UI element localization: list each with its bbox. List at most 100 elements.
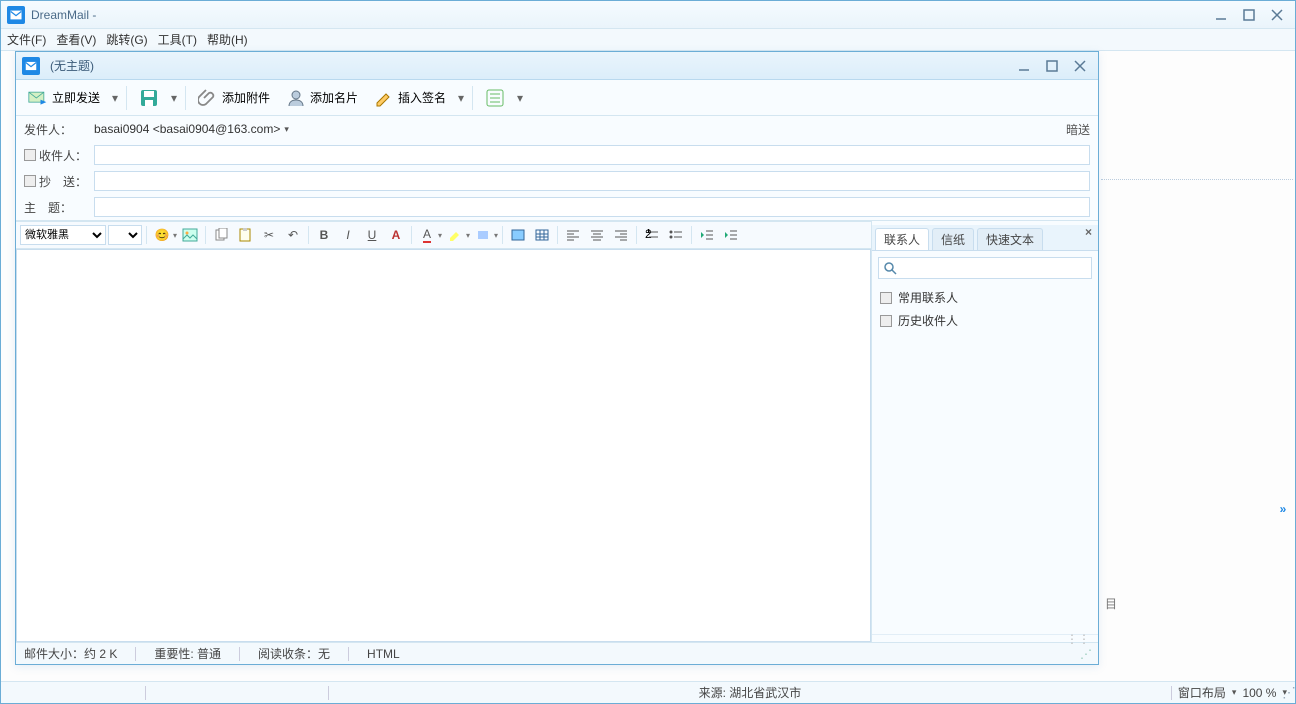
indent-button[interactable] xyxy=(720,224,742,246)
signature-dropdown[interactable]: ▾ xyxy=(456,91,466,105)
tab-quick[interactable]: 快速文本 xyxy=(977,228,1043,250)
status-receipt[interactable]: 阅读收条：无 xyxy=(258,645,330,662)
window-resize-grip[interactable]: ⋰ xyxy=(1282,684,1293,701)
italic-button[interactable]: I xyxy=(337,224,359,246)
resize-grip-icon[interactable]: ⋰ xyxy=(1080,647,1090,661)
main-menubar: 文件(F) 查看(V) 跳转(G) 工具(T) 帮助(H) xyxy=(1,29,1295,51)
bold-button[interactable]: B xyxy=(313,224,335,246)
bcc-link[interactable]: 暗送 xyxy=(1066,121,1090,138)
to-label[interactable]: 收件人： xyxy=(24,147,94,164)
tab-stationery[interactable]: 信纸 xyxy=(932,228,974,250)
compose-window: (无主题) 立即发送 ▾ ▾ xyxy=(15,51,1099,665)
compose-body: 微软雅黑 😊▾ ✂ ↶ B I U xyxy=(16,221,1098,642)
font-color-button[interactable]: A xyxy=(385,224,407,246)
ordered-list-button[interactable]: 12 xyxy=(641,224,663,246)
menu-tools[interactable]: 工具(T) xyxy=(158,31,197,48)
send-button[interactable]: 立即发送 xyxy=(22,84,106,112)
signature-label: 插入签名 xyxy=(398,89,446,106)
to-input[interactable] xyxy=(94,145,1090,165)
toolbar-sep xyxy=(126,86,127,110)
menu-go[interactable]: 跳转(G) xyxy=(106,31,147,48)
svg-text:2: 2 xyxy=(645,229,652,241)
status-layout[interactable]: 窗口布局 xyxy=(1178,684,1226,701)
editor-area[interactable] xyxy=(16,249,871,642)
side-item-history[interactable]: 历史收件人 xyxy=(880,312,1090,329)
insert-table-button[interactable] xyxy=(531,224,553,246)
paperclip-icon xyxy=(198,88,218,108)
menu-help[interactable]: 帮助(H) xyxy=(207,31,248,48)
bg-color-button[interactable] xyxy=(472,224,494,246)
compose-toolbar: 立即发送 ▾ ▾ 添加附件 添加名片 插 xyxy=(16,80,1098,116)
status-zoom[interactable]: 100 % xyxy=(1242,686,1276,700)
send-dropdown[interactable]: ▾ xyxy=(110,91,120,105)
compose-window-controls xyxy=(1016,59,1088,73)
compose-minimize-button[interactable] xyxy=(1016,59,1032,73)
compose-titlebar: (无主题) xyxy=(16,52,1098,80)
close-button[interactable] xyxy=(1269,8,1285,22)
side-item-frequent[interactable]: 常用联系人 xyxy=(880,289,1090,306)
vcard-icon xyxy=(286,88,306,108)
align-center-button[interactable] xyxy=(586,224,608,246)
cut-button[interactable]: ✂ xyxy=(258,224,280,246)
undo-button[interactable]: ↶ xyxy=(282,224,304,246)
search-icon xyxy=(883,261,897,275)
status-priority[interactable]: 重要性: 普通 xyxy=(154,645,221,662)
list-dropdown[interactable]: ▾ xyxy=(515,91,525,105)
compose-app-icon xyxy=(22,57,40,75)
menu-file[interactable]: 文件(F) xyxy=(7,31,46,48)
compose-close-button[interactable] xyxy=(1072,59,1088,73)
toolbar-sep xyxy=(472,86,473,110)
list-button[interactable] xyxy=(479,84,511,112)
align-right-button[interactable] xyxy=(610,224,632,246)
side-close-button[interactable]: × xyxy=(1085,225,1092,239)
header-fields: 发件人： basai0904 <basai0904@163.com> ▾ 暗送 … xyxy=(16,116,1098,221)
compose-title: (无主题) xyxy=(50,57,1016,74)
editor-column: 微软雅黑 😊▾ ✂ ↶ B I U xyxy=(16,221,872,642)
save-dropdown[interactable]: ▾ xyxy=(169,91,179,105)
status-size: 邮件大小：约 2 K xyxy=(24,645,117,662)
vcard-label: 添加名片 xyxy=(310,89,358,106)
tab-contacts[interactable]: 联系人 xyxy=(875,228,929,250)
from-selector[interactable]: basai0904 <basai0904@163.com> ▾ xyxy=(94,122,1058,136)
main-title: DreamMail - xyxy=(31,8,1213,22)
signature-icon xyxy=(374,88,394,108)
status-mode[interactable]: HTML xyxy=(367,647,400,661)
image-button[interactable] xyxy=(179,224,201,246)
subject-label: 主 题： xyxy=(24,199,94,216)
editor-toolbar: 微软雅黑 😊▾ ✂ ↶ B I U xyxy=(16,221,871,249)
minimize-button[interactable] xyxy=(1213,8,1229,22)
stray-glyph: 目 xyxy=(1105,595,1117,612)
side-search[interactable] xyxy=(878,257,1092,279)
attach-button[interactable]: 添加附件 xyxy=(192,84,276,112)
underline-button[interactable]: U xyxy=(361,224,383,246)
compose-maximize-button[interactable] xyxy=(1044,59,1060,73)
side-resize-handle[interactable]: ⋮⋮ xyxy=(872,634,1098,642)
insert-image-button[interactable] xyxy=(507,224,529,246)
unordered-list-button[interactable] xyxy=(665,224,687,246)
maximize-button[interactable] xyxy=(1241,8,1257,22)
highlight-button[interactable] xyxy=(444,224,466,246)
cc-input[interactable] xyxy=(94,171,1090,191)
font-select[interactable]: 微软雅黑 xyxy=(20,225,106,245)
book-icon xyxy=(24,149,36,161)
cc-label[interactable]: 抄 送： xyxy=(24,173,94,190)
menu-view[interactable]: 查看(V) xyxy=(56,31,96,48)
vcard-button[interactable]: 添加名片 xyxy=(280,84,364,112)
side-list: 常用联系人 历史收件人 xyxy=(872,285,1098,333)
expand-chevron-icon[interactable]: » xyxy=(1275,501,1291,517)
emoji-button[interactable]: 😊 xyxy=(151,224,173,246)
content-area: » 目 (无主题) 立即发送 ▾ xyxy=(1,51,1295,681)
signature-button[interactable]: 插入签名 xyxy=(368,84,452,112)
subject-input[interactable] xyxy=(94,197,1090,217)
text-color-button[interactable]: A xyxy=(416,224,438,246)
save-button[interactable] xyxy=(133,84,165,112)
size-select[interactable] xyxy=(108,225,142,245)
outdent-button[interactable] xyxy=(696,224,718,246)
align-left-button[interactable] xyxy=(562,224,584,246)
main-titlebar: DreamMail - xyxy=(1,1,1295,29)
paste-button[interactable] xyxy=(234,224,256,246)
from-value: basai0904 <basai0904@163.com> xyxy=(94,122,280,136)
chevron-down-icon: ▾ xyxy=(284,124,289,135)
copy-button[interactable] xyxy=(210,224,232,246)
send-label: 立即发送 xyxy=(52,89,100,106)
